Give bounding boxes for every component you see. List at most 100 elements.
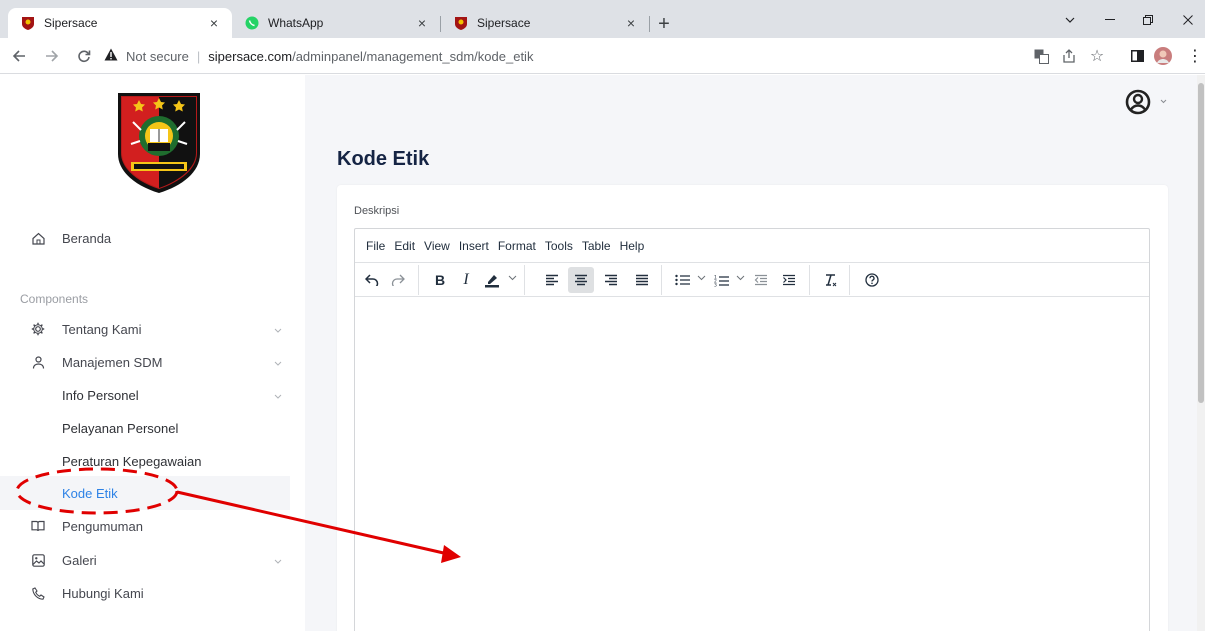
page-title: Kode Etik [337, 148, 430, 170]
highlight-color-icon[interactable] [479, 267, 505, 293]
sidebar-item-label: Tentang Kami [62, 321, 142, 337]
menu-table[interactable]: Table [582, 239, 611, 253]
sidebar-item-label: Info Personel [62, 387, 139, 403]
clear-formatting-icon[interactable] [817, 267, 843, 293]
rich-text-editor: File Edit View Insert Format Tools Table… [354, 228, 1150, 631]
bookmark-star-icon[interactable]: ☆ [1088, 47, 1106, 65]
browser-tabstrip: Sipersace × WhatsApp × Sipersace × + [0, 0, 1205, 38]
tab-search-icon[interactable] [1053, 8, 1087, 32]
section-label-components: Components [20, 292, 89, 306]
redo-icon[interactable] [385, 267, 411, 293]
chevron-down-icon [274, 391, 282, 399]
emblem-logo [117, 92, 201, 194]
minimize-icon[interactable] [1093, 8, 1127, 32]
restore-icon[interactable] [1131, 8, 1165, 32]
forward-icon[interactable] [42, 46, 62, 66]
page-scrollbar[interactable] [1197, 75, 1205, 631]
svg-text:3: 3 [714, 282, 717, 287]
close-tab-icon[interactable]: × [414, 15, 430, 31]
sidebar-item-hubungi-kami[interactable]: Hubungi Kami [0, 576, 290, 610]
field-label-deskripsi: Deskripsi [354, 205, 400, 217]
sidebar-item-label: Galeri [62, 552, 97, 568]
bold-icon[interactable]: B [427, 267, 453, 293]
browser-tab-1[interactable]: Sipersace × [8, 8, 232, 38]
sidebar-item-label: Hubungi Kami [62, 585, 144, 601]
toolbar-separator [661, 265, 662, 295]
menu-view[interactable]: View [424, 239, 450, 253]
sidebar-item-beranda[interactable]: Beranda [0, 221, 290, 255]
home-icon [30, 230, 46, 246]
sidebar-item-galeri[interactable]: Galeri [0, 543, 290, 577]
menu-insert[interactable]: Insert [459, 239, 489, 253]
warning-icon[interactable] [104, 48, 118, 64]
shield-favicon-icon [453, 15, 469, 31]
sidebar-subitem-peraturan-kepegawaian[interactable]: Peraturan Kepegawaian [0, 444, 290, 478]
share-icon[interactable] [1060, 47, 1078, 65]
outdent-icon[interactable] [748, 267, 774, 293]
editor-toolbar: B I 1 2 3 [355, 263, 1149, 297]
chevron-down-icon[interactable] [736, 273, 745, 284]
user-icon [30, 354, 46, 370]
translate-icon[interactable] [1032, 47, 1050, 65]
editor-content-area[interactable] [355, 297, 1149, 631]
chevron-down-icon[interactable] [1160, 97, 1167, 106]
align-left-icon[interactable] [539, 267, 565, 293]
sidebar-item-label: Peraturan Kepegawaian [62, 453, 202, 469]
menu-help[interactable]: Help [620, 239, 645, 253]
browser-tab-3[interactable]: Sipersace × [441, 8, 649, 38]
address-divider: | [196, 48, 201, 64]
menu-file[interactable]: File [366, 239, 385, 253]
align-justify-icon[interactable] [629, 267, 655, 293]
image-icon [30, 552, 46, 568]
user-avatar-icon[interactable] [1125, 89, 1151, 115]
address-bar: Not secure | sipersace.com /adminpanel/m… [0, 38, 1205, 74]
new-tab-button[interactable]: + [653, 13, 675, 35]
align-right-icon[interactable] [598, 267, 624, 293]
numbered-list-icon[interactable]: 123 [708, 267, 734, 293]
align-center-icon[interactable] [568, 267, 594, 293]
close-window-icon[interactable] [1171, 8, 1205, 32]
chevron-down-icon[interactable] [697, 273, 706, 284]
sidebar-subitem-kode-etik[interactable]: Kode Etik [0, 476, 290, 510]
book-icon [30, 518, 46, 534]
security-label: Not secure [126, 48, 189, 64]
sidebar-item-tentang-kami[interactable]: Tentang Kami [0, 312, 290, 346]
tab-title: Sipersace [477, 16, 531, 30]
browser-tab-2[interactable]: WhatsApp × [232, 8, 440, 38]
close-tab-icon[interactable]: × [206, 15, 222, 31]
reload-icon[interactable] [74, 46, 94, 66]
url-host: sipersace.com [208, 48, 293, 64]
scrollbar-thumb[interactable] [1198, 83, 1204, 403]
sidebar-item-pengumuman[interactable]: Pengumuman [0, 509, 290, 543]
tab-title: Sipersace [44, 16, 98, 30]
sidebar-item-label: Manajemen SDM [62, 354, 163, 370]
gear-icon [30, 321, 46, 337]
menu-tools[interactable]: Tools [545, 239, 573, 253]
toolbar-separator [418, 265, 419, 295]
help-icon[interactable] [859, 267, 885, 293]
back-icon[interactable] [9, 46, 29, 66]
undo-icon[interactable] [359, 267, 385, 293]
close-tab-icon[interactable]: × [623, 15, 639, 31]
toolbar-separator [524, 265, 525, 295]
sidebar-item-label: Beranda [62, 230, 112, 246]
menu-format[interactable]: Format [498, 239, 536, 253]
toolbar-separator [809, 265, 810, 295]
url-path: /adminpanel/management_sdm/kode_etik [292, 48, 534, 64]
chevron-down-icon [274, 325, 282, 333]
chevron-down-icon[interactable] [508, 273, 517, 284]
chevron-down-icon [274, 556, 282, 564]
profile-avatar-icon[interactable] [1154, 47, 1172, 65]
editor-menubar: File Edit View Insert Format Tools Table… [355, 229, 1149, 263]
bullet-list-icon[interactable] [669, 267, 695, 293]
menu-kebab-icon[interactable]: ⋮ [1186, 47, 1204, 65]
menu-edit[interactable]: Edit [394, 239, 415, 253]
sidebar-item-manajemen-sdm[interactable]: Manajemen SDM [0, 345, 290, 379]
italic-icon[interactable]: I [453, 267, 479, 293]
toolbar-separator [849, 265, 850, 295]
whatsapp-favicon-icon [244, 15, 260, 31]
sidebar-subitem-pelayanan-personel[interactable]: Pelayanan Personel [0, 411, 290, 445]
indent-icon[interactable] [776, 267, 802, 293]
sidebar-subitem-info-personel[interactable]: Info Personel [0, 378, 290, 412]
side-panel-icon[interactable] [1128, 47, 1146, 65]
